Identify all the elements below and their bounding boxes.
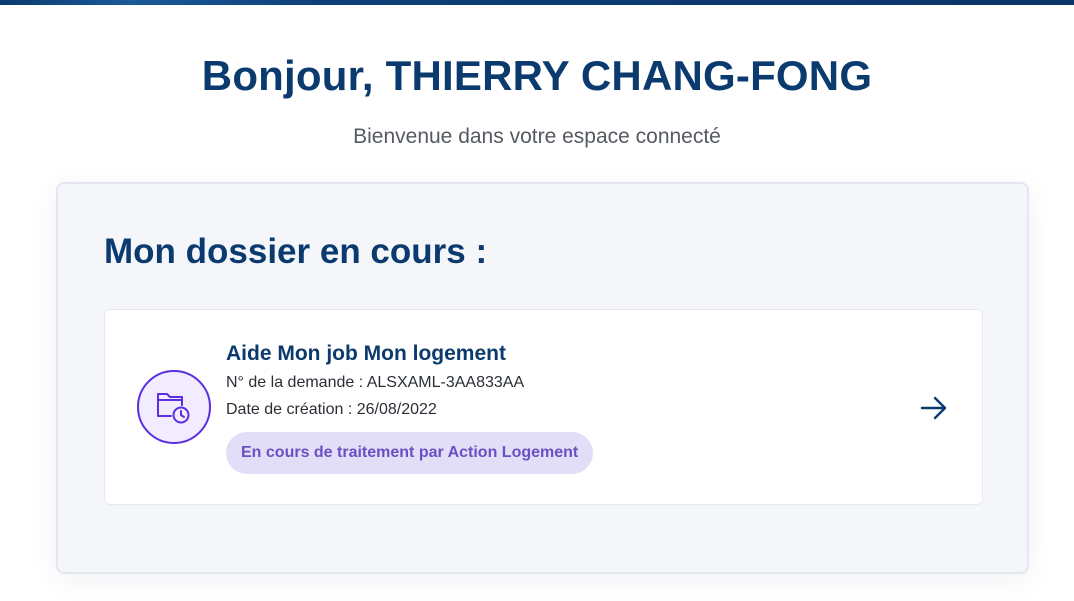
folder-clock-icon bbox=[137, 370, 211, 444]
top-accent-bar bbox=[0, 0, 1074, 5]
dossier-section-title: Mon dossier en cours : bbox=[104, 232, 488, 271]
dossier-card[interactable]: Aide Mon job Mon logement N° de la deman… bbox=[104, 309, 983, 505]
dossier-panel: Mon dossier en cours : Aide Mon job Mon … bbox=[56, 182, 1029, 574]
status-badge-label: En cours de traitement par Action Logeme… bbox=[241, 444, 579, 461]
greeting-prefix: Bonjour, bbox=[201, 52, 374, 99]
status-badge: En cours de traitement par Action Logeme… bbox=[226, 432, 594, 474]
page-greeting: Bonjour, THIERRY CHANG-FONG bbox=[0, 52, 1074, 100]
request-number: N° de la demande : ALSXAML-3AA833AA bbox=[226, 374, 525, 391]
user-name: THIERRY CHANG-FONG bbox=[385, 52, 873, 99]
page-subtitle: Bienvenue dans votre espace connecté bbox=[353, 125, 721, 148]
arrow-right-icon[interactable] bbox=[919, 394, 949, 422]
creation-date: Date de création : 26/08/2022 bbox=[226, 401, 437, 418]
dossier-title: Aide Mon job Mon logement bbox=[226, 342, 506, 365]
